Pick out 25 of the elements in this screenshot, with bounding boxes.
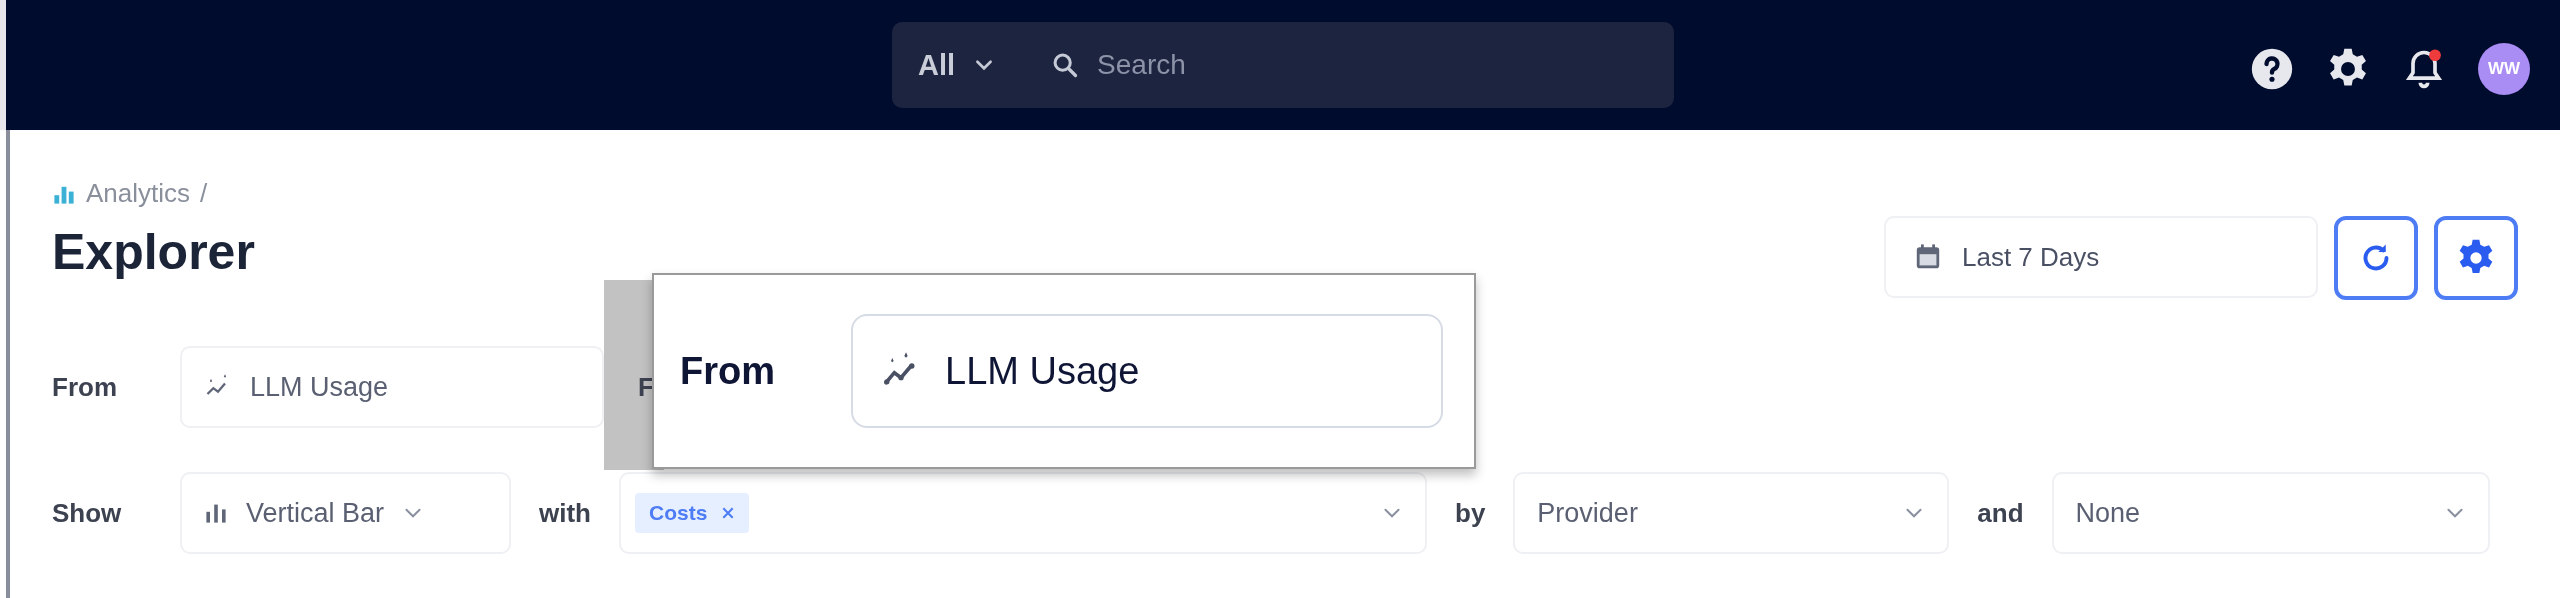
source-select[interactable]: LLM Usage (851, 314, 1443, 428)
breadcrumb-link[interactable]: Analytics (86, 178, 191, 209)
metric-tag[interactable]: Costs (635, 493, 750, 533)
search-field[interactable]: All Search (892, 22, 1674, 108)
scope-select[interactable]: All (918, 48, 996, 82)
source-select[interactable]: LLM Usage (180, 346, 604, 428)
group-by-select[interactable]: Provider (1513, 472, 1950, 554)
metrics-select[interactable]: Costs (619, 472, 1427, 554)
secondary-group-select[interactable]: None (2051, 472, 2490, 554)
help-icon[interactable] (2250, 47, 2294, 91)
field-label: and (1977, 497, 2024, 529)
settings-button[interactable] (2434, 216, 2518, 300)
field-label: From (52, 371, 118, 403)
refresh-button[interactable] (2334, 216, 2418, 300)
date-range-button[interactable]: Last 7 Days (1884, 216, 2318, 298)
field-label: by (1455, 497, 1486, 529)
field-label: Show (52, 497, 123, 529)
chart-type-select[interactable]: Vertical Bar (180, 472, 511, 554)
page-title: Explorer (52, 223, 255, 281)
field-label: From (680, 349, 775, 393)
close-icon[interactable] (721, 506, 736, 520)
field-label: with (539, 497, 591, 529)
breadcrumb-separator: / (200, 178, 208, 209)
search-icon (1051, 51, 1080, 79)
calendar-icon (1914, 243, 1942, 271)
